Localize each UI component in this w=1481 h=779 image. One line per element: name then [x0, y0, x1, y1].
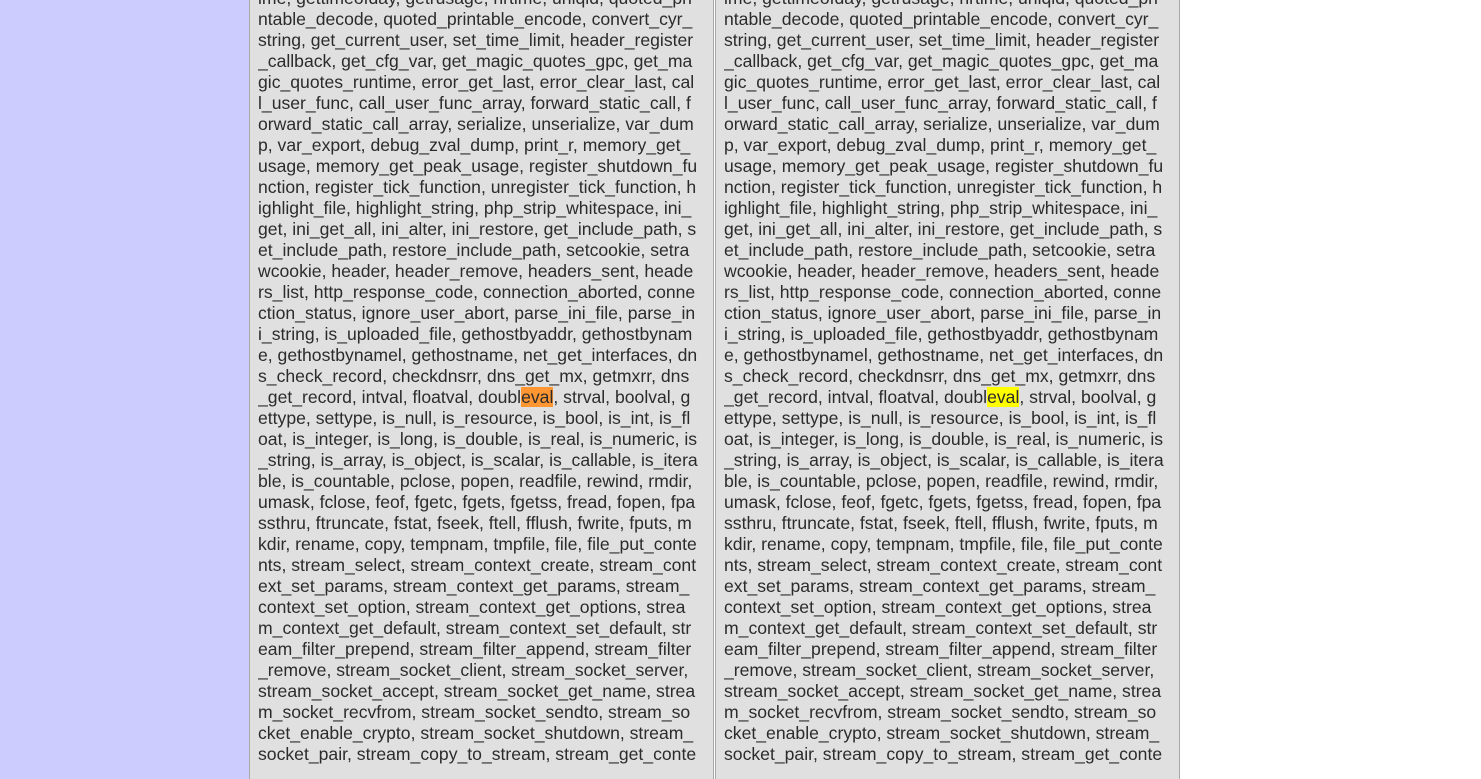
text-line: nction, register_tick_function, unregist…	[258, 177, 697, 197]
text-line: cket_enable_crypto, stream_socket_shutdo…	[724, 723, 1160, 743]
text-line: ble, is_countable, pclose, popen, readfi…	[724, 471, 1159, 491]
text-line: orward_static_call_array, serialize, uns…	[258, 114, 694, 134]
right-lines-before-match: ime, gettimeofday, getrusage, hrtime, un…	[724, 0, 1173, 387]
text-line: ime, gettimeofday, getrusage, hrtime, un…	[724, 0, 1173, 9]
text-line: ext_set_params, stream_context_get_param…	[258, 576, 690, 596]
left-sidebar-background	[0, 0, 249, 779]
text-line: oat, is_integer, is_long, is_double, is_…	[724, 429, 1164, 449]
text-line: s_check_record, checkdnsrr, dns_get_mx, …	[724, 366, 1156, 386]
current-find-match-highlight: eval	[521, 387, 554, 407]
text-line: ntable_decode, quoted_printable_encode, …	[724, 9, 1159, 29]
text-line: et_include_path, restore_include_path, s…	[724, 240, 1156, 260]
text-line: stream_socket_accept, stream_socket_get_…	[724, 681, 1162, 701]
text-line: _remove, stream_socket_client, stream_so…	[258, 660, 689, 680]
text-line: orward_static_call_array, serialize, uns…	[724, 114, 1160, 134]
text-line: wcookie, header, header_remove, headers_…	[258, 261, 694, 281]
find-match-highlight: eval	[987, 387, 1020, 407]
text-line: l_user_func, call_user_func_array, forwa…	[724, 93, 1157, 113]
text-line: ble, is_countable, pclose, popen, readfi…	[258, 471, 693, 491]
text-line: _callback, get_cfg_var, get_magic_quotes…	[258, 51, 693, 71]
text-line: ettype, settype, is_null, is_resource, i…	[724, 408, 1157, 428]
text-line: nts, stream_select, stream_context_creat…	[724, 555, 1163, 575]
text-line: _remove, stream_socket_client, stream_so…	[724, 660, 1155, 680]
text-line: _string, is_array, is_object, is_scalar,…	[258, 450, 698, 470]
text-line: ssthru, ftruncate, fstat, fseek, ftell, …	[724, 513, 1158, 533]
text-line: wcookie, header, header_remove, headers_…	[724, 261, 1160, 281]
left-text-panel: ime, gettimeofday, getrusage, hrtime, un…	[249, 0, 714, 779]
text-line: cket_enable_crypto, stream_socket_shutdo…	[258, 723, 694, 743]
text-line: nts, stream_select, stream_context_creat…	[258, 555, 697, 575]
text-line: ighlight_file, highlight_string, php_str…	[258, 198, 692, 218]
text-line: rs_list, http_response_code, connection_…	[724, 282, 1162, 302]
text-line: i_string, is_uploaded_file, gethostbyadd…	[258, 324, 693, 344]
text-line: socket_pair, stream_copy_to_stream, stre…	[258, 744, 697, 764]
text-line: umask, fclose, feof, fgetc, fgets, fgets…	[258, 492, 696, 512]
text-line: gic_quotes_runtime, error_get_last, erro…	[724, 72, 1161, 92]
right-lines-after-match: ettype, settype, is_null, is_resource, i…	[724, 408, 1173, 765]
text-line: gic_quotes_runtime, error_get_last, erro…	[258, 72, 695, 92]
text-line: eam_filter_prepend, stream_filter_append…	[258, 639, 692, 659]
left-lines-after-match: ettype, settype, is_null, is_resource, i…	[258, 408, 707, 765]
text-line: get, ini_get_all, ini_alter, ini_restore…	[724, 219, 1163, 239]
text-line: m_socket_recvfrom, stream_socket_sendto,…	[724, 702, 1157, 722]
text-line: ime, gettimeofday, getrusage, hrtime, un…	[258, 0, 707, 9]
text-line: ighlight_file, highlight_string, php_str…	[724, 198, 1158, 218]
text-line: e, gethostbynamel, gethostname, net_get_…	[258, 345, 698, 365]
text-line: ssthru, ftruncate, fstat, fseek, ftell, …	[258, 513, 692, 533]
text-line: m_socket_recvfrom, stream_socket_sendto,…	[258, 702, 691, 722]
text-line: kdir, rename, copy, tempnam, tmpfile, fi…	[724, 534, 1163, 554]
text-line: p, var_export, debug_zval_dump, print_r,…	[258, 135, 691, 155]
text-line: context_set_option, stream_context_get_o…	[258, 597, 686, 617]
text-line: ntable_decode, quoted_printable_encode, …	[258, 9, 693, 29]
text-line: oat, is_integer, is_long, is_double, is_…	[258, 429, 698, 449]
text-line: string, get_current_user, set_time_limit…	[258, 30, 694, 50]
text-line: socket_pair, stream_copy_to_stream, stre…	[724, 744, 1163, 764]
text-line: ction_status, ignore_user_abort, parse_i…	[724, 303, 1162, 323]
text-line: usage, memory_get_peak_usage, register_s…	[258, 156, 698, 176]
text-line: m_context_get_default, stream_context_se…	[258, 618, 692, 638]
text-line: _callback, get_cfg_var, get_magic_quotes…	[724, 51, 1159, 71]
left-lines-before-match: ime, gettimeofday, getrusage, hrtime, un…	[258, 0, 707, 387]
text-line: ext_set_params, stream_context_get_param…	[724, 576, 1156, 596]
text-line: p, var_export, debug_zval_dump, print_r,…	[724, 135, 1157, 155]
left-match-line-before: _get_record, intval, floatval, doubl	[258, 387, 522, 407]
text-line: _string, is_array, is_object, is_scalar,…	[724, 450, 1164, 470]
left-match-line: _get_record, intval, floatval, doubleval…	[258, 387, 707, 408]
text-line: et_include_path, restore_include_path, s…	[258, 240, 690, 260]
text-line: s_check_record, checkdnsrr, dns_get_mx, …	[258, 366, 690, 386]
text-line: stream_socket_accept, stream_socket_get_…	[258, 681, 696, 701]
text-line: get, ini_get_all, ini_alter, ini_restore…	[258, 219, 697, 239]
text-line: umask, fclose, feof, fgetc, fgets, fgets…	[724, 492, 1162, 512]
right-panel-text: ime, gettimeofday, getrusage, hrtime, un…	[716, 0, 1179, 765]
text-line: ettype, settype, is_null, is_resource, i…	[258, 408, 691, 428]
left-panel-text: ime, gettimeofday, getrusage, hrtime, un…	[250, 0, 713, 765]
text-line: m_context_get_default, stream_context_se…	[724, 618, 1158, 638]
right-blank-area	[1182, 0, 1481, 779]
right-match-line: _get_record, intval, floatval, doubleval…	[724, 387, 1173, 408]
text-line: context_set_option, stream_context_get_o…	[724, 597, 1152, 617]
text-line: e, gethostbynamel, gethostname, net_get_…	[724, 345, 1164, 365]
text-line: string, get_current_user, set_time_limit…	[724, 30, 1160, 50]
text-line: i_string, is_uploaded_file, gethostbyadd…	[724, 324, 1159, 344]
text-line: l_user_func, call_user_func_array, forwa…	[258, 93, 691, 113]
text-line: ction_status, ignore_user_abort, parse_i…	[258, 303, 696, 323]
text-line: nction, register_tick_function, unregist…	[724, 177, 1163, 197]
text-line: eam_filter_prepend, stream_filter_append…	[724, 639, 1158, 659]
right-match-line-before: _get_record, intval, floatval, doubl	[724, 387, 988, 407]
text-line: rs_list, http_response_code, connection_…	[258, 282, 696, 302]
text-line: usage, memory_get_peak_usage, register_s…	[724, 156, 1164, 176]
right-text-panel: ime, gettimeofday, getrusage, hrtime, un…	[715, 0, 1180, 779]
right-match-line-after: , strval, boolval, g	[1019, 387, 1157, 407]
left-match-line-after: , strval, boolval, g	[553, 387, 691, 407]
text-line: kdir, rename, copy, tempnam, tmpfile, fi…	[258, 534, 697, 554]
